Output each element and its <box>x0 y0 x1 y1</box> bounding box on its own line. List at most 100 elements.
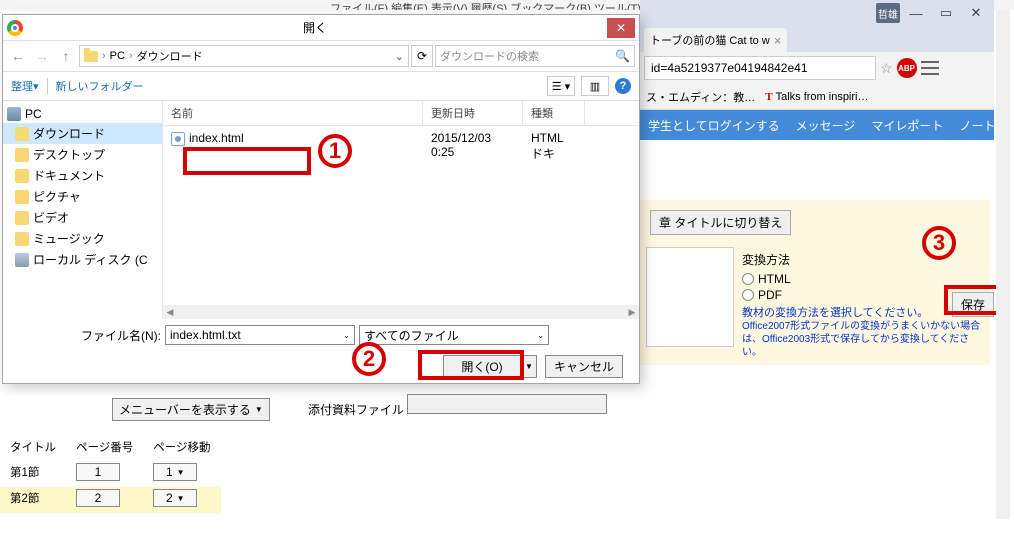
ted-icon: T <box>765 91 772 103</box>
star-icon[interactable]: ☆ <box>880 60 893 77</box>
nav-tree-pictures[interactable]: ピクチャ <box>3 186 162 207</box>
folder-icon <box>84 51 98 62</box>
file-list: 名前 更新日時 種類 index.html 2015/12/03 0:25 HT… <box>163 101 639 319</box>
filetype-select[interactable]: すべてのファイル⌄ <box>359 325 549 345</box>
scroll-left-icon[interactable]: ◀ <box>163 305 177 319</box>
preview-box[interactable] <box>646 247 734 347</box>
file-row[interactable]: index.html 2015/12/03 0:25 HTML ドキ <box>163 126 639 167</box>
radio-icon <box>742 289 754 301</box>
file-list-header: 名前 更新日時 種類 <box>163 101 639 126</box>
nav-tree-downloads[interactable]: ダウンロード <box>3 123 162 144</box>
window-minimize[interactable]: — <box>902 3 930 23</box>
attachment-input[interactable] <box>407 394 607 414</box>
filename-input[interactable]: index.html.txt⌄ <box>165 325 355 345</box>
column-name[interactable]: 名前 <box>163 101 423 125</box>
file-name: index.html <box>189 131 244 145</box>
folder-icon <box>15 232 29 246</box>
page-number-button[interactable]: 1 <box>76 463 120 481</box>
radio-html[interactable]: HTML <box>742 272 984 286</box>
crumb-pc[interactable]: PC <box>110 50 125 62</box>
folder-icon <box>15 127 29 141</box>
window-close[interactable]: ✕ <box>962 3 990 23</box>
page-move-select[interactable]: 1 <box>153 463 197 481</box>
table-row: 第2節 2 2 <box>0 487 221 513</box>
folder-icon <box>15 148 29 162</box>
preview-pane-button[interactable]: ▥ <box>581 76 609 96</box>
nav-tree-pc[interactable]: PC <box>3 105 162 123</box>
browser-tabstrip: トーブの前の猫 Cat to w × <box>640 26 994 52</box>
chevron-down-icon: ▼ <box>255 405 263 414</box>
breadcrumb[interactable]: › PC › ダウンロード ⌄ <box>79 45 409 67</box>
nav-tree-videos[interactable]: ビデオ <box>3 207 162 228</box>
page-number-button[interactable]: 2 <box>76 489 120 507</box>
save-button[interactable]: 保存 <box>952 292 994 317</box>
dialog-nav-row: ← → ↑ › PC › ダウンロード ⌄ ⟳ ダウンロードの検索 🔍 <box>3 41 639 71</box>
nav-messages[interactable]: メッセージ <box>796 117 856 134</box>
col-pagemove: ページ移動 <box>143 437 220 461</box>
cancel-button[interactable]: キャンセル <box>545 355 623 378</box>
scroll-right-icon[interactable]: ▶ <box>625 305 639 319</box>
attachment-row: 添付資料ファイル <box>308 394 607 418</box>
open-button-dropdown[interactable]: ▼ <box>521 355 537 378</box>
col-title: タイトル <box>0 437 66 461</box>
file-date: 2015/12/03 0:25 <box>423 129 523 164</box>
row-title: 第1節 <box>0 461 66 487</box>
vertical-scrollbar[interactable] <box>996 10 1010 519</box>
organize-menu[interactable]: 整理 <box>11 78 33 94</box>
row-title: 第2節 <box>0 487 66 513</box>
menubar-select[interactable]: メニューバーを表示する▼ <box>112 398 270 421</box>
nav-tree-desktop[interactable]: デスクトップ <box>3 144 162 165</box>
dialog-title: 開く <box>23 19 607 36</box>
pages-table: タイトル ページ番号 ページ移動 第1節 1 1 第2節 2 2 <box>0 437 221 513</box>
dialog-titlebar: 開く ✕ <box>3 15 639 41</box>
nav-tree-music[interactable]: ミュージック <box>3 228 162 249</box>
conversion-note: Office2007形式ファイルの変換がうまくいかない場合は、Office200… <box>742 320 984 359</box>
window-maximize[interactable]: ▭ <box>932 3 960 23</box>
horizontal-scrollbar[interactable]: ◀ ▶ <box>163 305 639 319</box>
file-type: HTML ドキ <box>523 129 585 164</box>
folder-icon <box>15 211 29 225</box>
radio-pdf[interactable]: PDF <box>742 288 984 302</box>
nav-reports[interactable]: マイレポート <box>871 117 943 134</box>
nav-tree-localdisk[interactable]: ローカル ディスク (C <box>3 249 162 270</box>
help-link[interactable]: 教材の変換方法を選択してください。 <box>742 304 984 320</box>
conversion-panel: 章 タイトルに切り替え 変換方法 HTML PDF 教材の変換方法を選択してくだ… <box>640 200 990 365</box>
chevron-down-icon[interactable]: ⌄ <box>395 50 404 63</box>
menu-icon[interactable] <box>921 61 939 75</box>
table-row: 第1節 1 1 <box>0 461 221 487</box>
page-move-select[interactable]: 2 <box>153 489 197 507</box>
help-icon[interactable]: ? <box>615 78 631 94</box>
refresh-icon[interactable]: ⟳ <box>411 45 433 67</box>
abp-icon[interactable]: ABP <box>897 58 917 78</box>
switch-chapter-button[interactable]: 章 タイトルに切り替え <box>650 210 791 235</box>
up-icon[interactable]: ↑ <box>55 45 77 67</box>
crumb-downloads[interactable]: ダウンロード <box>137 48 203 64</box>
dialog-close-button[interactable]: ✕ <box>607 18 635 38</box>
view-mode-button[interactable]: ☰ ▾ <box>547 76 575 96</box>
forward-icon[interactable]: → <box>31 45 53 67</box>
open-file-dialog: 開く ✕ ← → ↑ › PC › ダウンロード ⌄ ⟳ ダウンロードの検索 🔍… <box>2 14 640 384</box>
dialog-toolbar: 整理 ▾ 新しいフォルダー ☰ ▾ ▥ ? <box>3 71 639 101</box>
bookmark-item[interactable]: TTalks from inspiri… <box>765 91 868 103</box>
back-icon[interactable]: ← <box>7 45 29 67</box>
avatar[interactable]: 哲雄 <box>876 3 900 23</box>
close-icon[interactable]: × <box>774 33 782 48</box>
nav-tree-documents[interactable]: ドキュメント <box>3 165 162 186</box>
bottom-section: メニューバーを表示する▼ タイトル ページ番号 ページ移動 第1節 1 1 第2… <box>0 396 274 513</box>
search-input[interactable]: ダウンロードの検索 🔍 <box>435 45 635 67</box>
url-input[interactable]: id=4a5219377e04194842e41 <box>644 56 876 80</box>
column-date[interactable]: 更新日時 <box>423 101 523 125</box>
open-button[interactable]: 開く(O) <box>443 355 521 378</box>
method-label: 変換方法 <box>742 251 984 268</box>
nav-notes[interactable]: ノート <box>959 117 995 134</box>
dialog-footer: ファイル名(N): index.html.txt⌄ すべてのファイル⌄ 開く(O… <box>3 319 639 384</box>
bookmark-item[interactable]: ス・エムディン：教… <box>646 89 755 105</box>
nav-login[interactable]: 学生としてログインする <box>648 117 780 134</box>
browser-tab[interactable]: トーブの前の猫 Cat to w × <box>644 28 787 52</box>
new-folder-button[interactable]: 新しいフォルダー <box>56 78 144 94</box>
radio-icon <box>742 273 754 285</box>
folder-icon <box>15 190 29 204</box>
column-type[interactable]: 種類 <box>523 101 585 125</box>
chevron-down-icon[interactable]: ⌄ <box>343 331 350 340</box>
search-icon: 🔍 <box>615 49 630 63</box>
